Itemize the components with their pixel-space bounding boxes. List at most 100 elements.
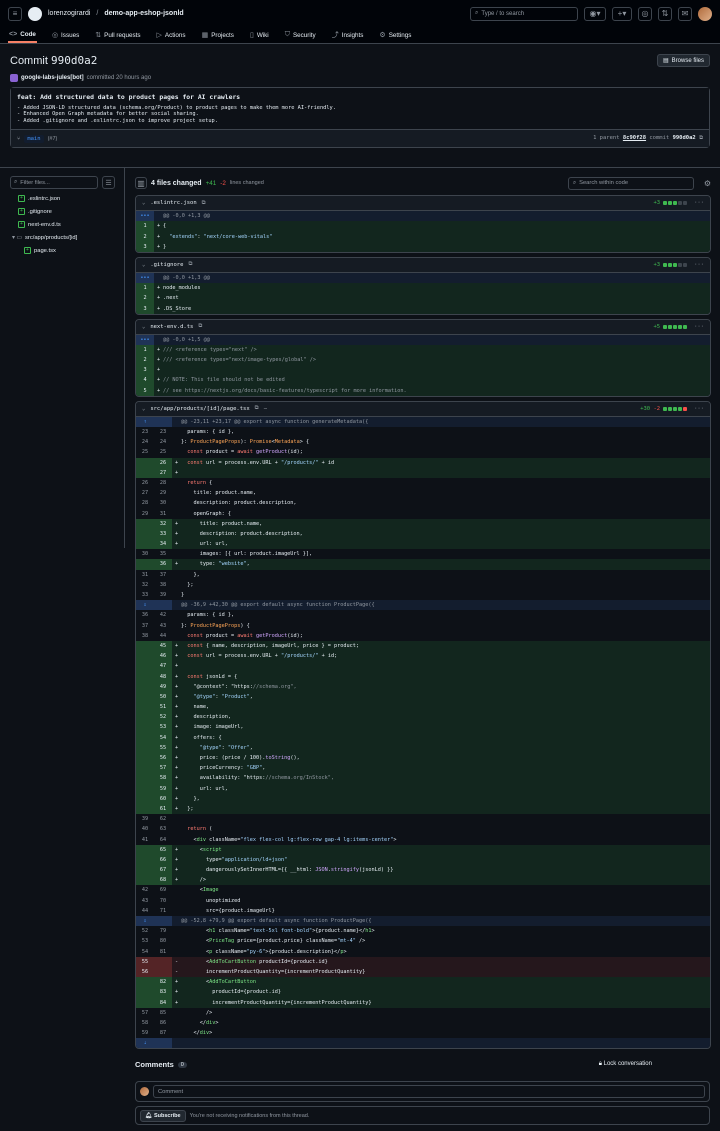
search-input[interactable]: ⌕ Type / to search <box>470 6 578 21</box>
hunk-header[interactable]: ••• @@ -0,0 +1,5 @@ <box>136 334 710 345</box>
kebab-icon[interactable]: ··· <box>694 200 704 206</box>
diff-line: 82 + <AddToCartButton <box>136 977 710 988</box>
old-line-number: 32 <box>141 581 149 588</box>
kebab-icon[interactable]: ··· <box>694 262 704 268</box>
diff-line: 5 +// see https://nextjs.org/docs/basic-f… <box>136 385 710 396</box>
file-name[interactable]: .gitignore <box>150 262 183 268</box>
hunk-header[interactable]: ••• @@ -0,0 +1,3 @@ <box>136 211 710 222</box>
old-line-number <box>136 651 154 662</box>
tree-file[interactable]: + next-env.d.ts <box>10 218 124 231</box>
diff-line: 50 + "@type": "Product", <box>136 691 710 703</box>
browse-files-button[interactable]: ▤ Browse files <box>656 54 710 67</box>
hunk-header[interactable]: ⇕ @@ -52,8 +79,9 @@ export default async … <box>136 916 710 927</box>
tab-label: Wiki <box>256 31 269 39</box>
diff-line: 60 + }, <box>136 793 710 804</box>
lock-conversation-button[interactable]: 🔒︎ Lock conversation <box>599 1061 652 1068</box>
file-name[interactable]: next-env.d.ts <box>150 324 193 330</box>
kebab-icon[interactable]: ··· <box>694 324 704 330</box>
hunk-header[interactable]: ⇡ @@ -23,11 +23,17 @@ export async functi… <box>136 416 710 428</box>
kebab-icon[interactable]: ··· <box>694 406 704 412</box>
tab-security[interactable]: ⛉ Security <box>284 27 317 43</box>
author-link[interactable]: google-labs-jules[bot] <box>21 75 84 81</box>
menu-icon[interactable]: ≡ <box>8 6 22 21</box>
chevron-down-icon[interactable]: ⌄ <box>142 262 145 268</box>
file-stat: +3 <box>653 200 661 207</box>
tree-file[interactable]: + .gitignore <box>10 205 124 218</box>
tab-code[interactable]: <> Code <box>8 27 37 43</box>
chevron-down-icon[interactable]: ⌄ <box>142 200 145 206</box>
search-within-code-input[interactable]: ⌕ Search within code <box>567 176 694 190</box>
tree-file[interactable]: + page.tsx <box>10 244 124 257</box>
repo-link[interactable]: demo-app-eshop-jsonld <box>104 10 183 17</box>
gear-icon[interactable]: ⚙ <box>704 179 711 188</box>
file-name[interactable]: .eslintrc.json <box>150 200 196 206</box>
tab-issues[interactable]: ◎ Issues <box>51 27 80 43</box>
hunk-header[interactable]: ••• @@ -0,0 +1,3 @@ <box>136 272 710 284</box>
code-text: // see https://nextjs.org/docs/basic-fea… <box>163 387 407 394</box>
diff-sign: + <box>156 377 161 384</box>
github-logo-icon[interactable] <box>28 6 42 21</box>
diff-line: 34 + url: url, <box>136 539 710 550</box>
owner-link[interactable]: lorenzogirardi <box>48 10 90 17</box>
new-line-number: 45 <box>154 640 172 652</box>
diff-line: 2 +/// <reference types="next/image-types… <box>136 355 710 366</box>
tab-pull-requests[interactable]: ⇅ Pull requests <box>94 27 141 43</box>
copilot-button[interactable]: ◉▾ <box>584 6 606 21</box>
diff-line: 3 + <box>136 365 710 376</box>
new-line-number: 33 <box>154 528 172 540</box>
code-text: /> <box>181 1009 213 1016</box>
commit-author: google-labs-jules[bot] committed 20 hour… <box>10 74 710 82</box>
avatar[interactable] <box>698 6 712 21</box>
tree-folder[interactable]: ▾ ▭ src/app/products/[id] <box>10 231 124 244</box>
code-text: const jsonLd = { <box>187 673 238 680</box>
new-line-number: 34 <box>154 539 172 550</box>
issues-icon[interactable]: ◎ <box>638 6 652 21</box>
parent-sha-link[interactable]: 8c90f28 <box>623 135 646 141</box>
tab-wiki[interactable]: ▯ Wiki <box>249 27 270 43</box>
chevron-down-icon[interactable]: ⌄ <box>142 324 145 330</box>
file-name[interactable]: src/app/products/[id]/page.tsx <box>150 406 249 412</box>
tab-projects[interactable]: ▦ Projects <box>201 27 235 43</box>
comment-icon[interactable]: ⋯ <box>264 406 267 412</box>
sidebar-toggle-icon[interactable]: ▥ <box>135 177 147 190</box>
copy-icon[interactable]: ⧉ <box>255 405 259 412</box>
hunk-header[interactable]: ⇣ <box>136 1038 710 1049</box>
diff-sign: - <box>174 968 179 975</box>
subscribe-button[interactable]: 🔔︎ Subscribe <box>140 1109 186 1122</box>
bot-avatar[interactable] <box>10 74 18 82</box>
branch-label[interactable]: main <box>24 134 44 143</box>
tree-file[interactable]: + .eslintrc.json <box>10 192 124 205</box>
old-line-number <box>136 987 154 998</box>
diff-line: 25 25 const product = await getProduct(id… <box>136 447 710 457</box>
new-line-number: 30 <box>159 500 167 507</box>
create-new-button[interactable]: +▾ <box>612 6 632 21</box>
bell-icon: 🔔︎ <box>145 1112 152 1119</box>
tab-settings[interactable]: ⚙ Settings <box>378 27 412 43</box>
new-line-number: 42 <box>159 612 167 619</box>
filter-icon[interactable]: ☰ <box>102 176 115 190</box>
copy-icon[interactable]: ⧉ <box>198 323 202 330</box>
tab-insights[interactable]: ⤴ Insights <box>331 27 365 43</box>
diff-line: 4 +// NOTE: This file should not be edite… <box>136 375 710 386</box>
old-line-number <box>136 518 154 529</box>
diff-sign: - <box>174 958 179 965</box>
diff-sign: + <box>156 387 161 394</box>
filter-files-input[interactable]: ⌕ Filter files... <box>10 176 98 190</box>
tab-actions[interactable]: ▷ Actions <box>156 27 187 43</box>
code-text: @@ -36,9 +42,30 @@ export default async … <box>181 602 375 609</box>
chevron-down-icon[interactable]: ⌄ <box>142 406 145 412</box>
copy-icon[interactable]: ⧉ <box>699 135 703 141</box>
old-line-number <box>136 559 154 570</box>
copy-icon[interactable]: ⧉ <box>202 200 206 207</box>
diff-sign: + <box>174 867 179 874</box>
code-text: description, <box>181 714 231 721</box>
comment-input[interactable]: Comment <box>153 1085 705 1099</box>
pull-requests-icon[interactable]: ⇅ <box>658 6 672 21</box>
copy-icon[interactable]: ⧉ <box>188 261 192 268</box>
hunk-header[interactable]: ⇕ @@ -36,9 +42,30 @@ export default async… <box>136 600 710 611</box>
old-line-number: 40 <box>141 826 149 833</box>
issues-icon: ◎ <box>51 32 59 39</box>
inbox-icon[interactable]: ✉ <box>678 6 692 21</box>
diff-line: 84 + incrementProductQuantity={incrementP… <box>136 997 710 1008</box>
line-number: ••• <box>136 334 154 345</box>
